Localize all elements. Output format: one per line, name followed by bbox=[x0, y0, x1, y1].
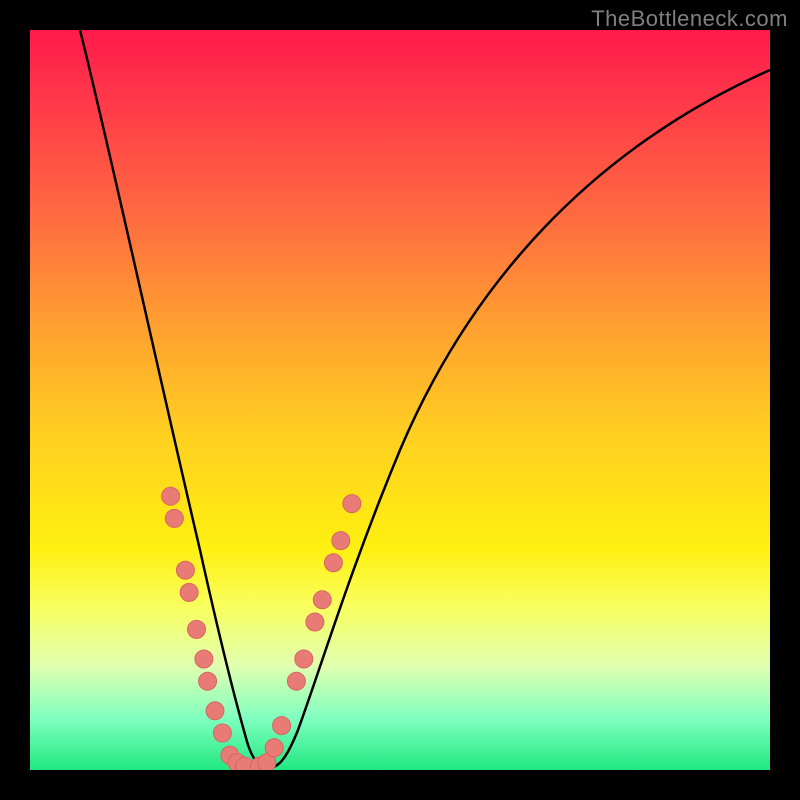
scatter-dot bbox=[162, 487, 180, 505]
scatter-dot bbox=[213, 724, 231, 742]
scatter-dot bbox=[176, 561, 194, 579]
scatter-dot bbox=[188, 620, 206, 638]
scatter-dot bbox=[180, 583, 198, 601]
scatter-dot bbox=[206, 702, 224, 720]
chart-svg bbox=[30, 30, 770, 770]
scatter-dot bbox=[287, 672, 305, 690]
scatter-dot bbox=[195, 650, 213, 668]
scatter-dot bbox=[265, 739, 283, 757]
scatter-dots bbox=[162, 487, 361, 770]
chart-plot-area bbox=[30, 30, 770, 770]
scatter-dot bbox=[343, 495, 361, 513]
scatter-dot bbox=[295, 650, 313, 668]
scatter-dot bbox=[165, 509, 183, 527]
scatter-dot bbox=[324, 554, 342, 572]
scatter-dot bbox=[306, 613, 324, 631]
scatter-dot bbox=[332, 532, 350, 550]
scatter-dot bbox=[273, 717, 291, 735]
scatter-dot bbox=[199, 672, 217, 690]
scatter-dot bbox=[313, 591, 331, 609]
watermark-text: TheBottleneck.com bbox=[591, 6, 788, 32]
bottleneck-curve bbox=[80, 30, 770, 768]
